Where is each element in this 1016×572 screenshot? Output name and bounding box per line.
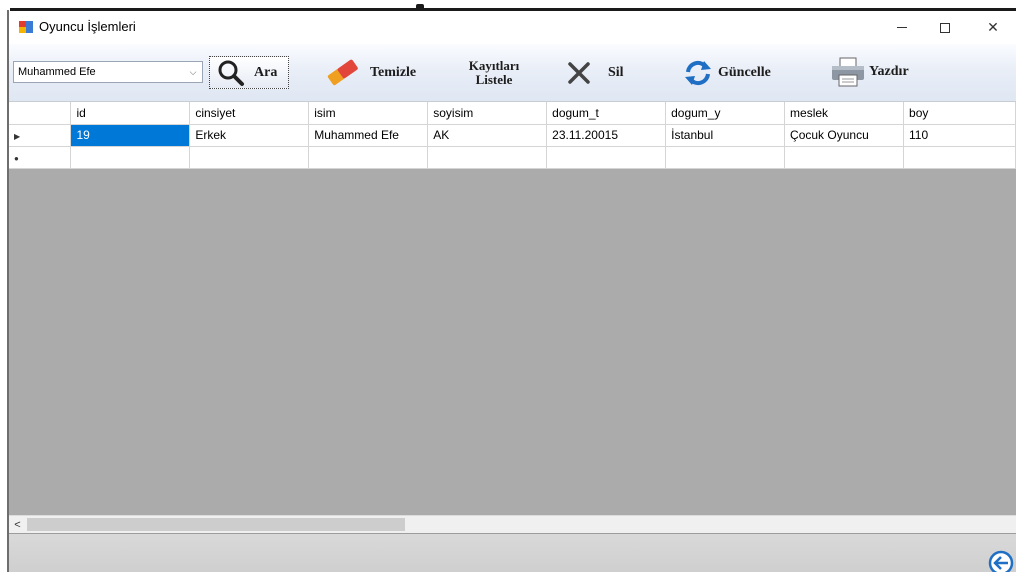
print-button-label: Yazdır: [869, 64, 909, 79]
new-row-dot-icon: ●: [14, 154, 19, 163]
table-cell-meslek[interactable]: [784, 146, 905, 169]
toolbar: Muhammed Efe ⌵ Ara Temizle Kayıtları Lis…: [9, 44, 1016, 102]
column-header-dogum-t[interactable]: dogum_t: [546, 102, 667, 125]
update-button[interactable]: Güncelle: [682, 56, 802, 89]
table-cell-cinsiyet[interactable]: [189, 146, 310, 169]
row-header[interactable]: ▶: [9, 124, 72, 147]
clear-button[interactable]: Temizle: [324, 56, 434, 89]
table-cell-id[interactable]: [70, 146, 191, 169]
update-button-label: Güncelle: [718, 64, 771, 80]
maximize-icon: [940, 22, 950, 33]
data-grid[interactable]: id cinsiyet isim soyisim dogum_t dogum_y…: [9, 102, 1016, 522]
table-cell-id[interactable]: 19: [70, 124, 191, 147]
new-row[interactable]: ●: [9, 146, 1016, 169]
list-records-label-line2: Listele: [475, 72, 513, 87]
chevron-down-icon[interactable]: ⌵: [186, 64, 200, 80]
left-edge: [0, 10, 9, 572]
row-header-corner[interactable]: [9, 102, 72, 125]
table-header-row: id cinsiyet isim soyisim dogum_t dogum_y…: [9, 102, 1016, 125]
delete-button-label: Sil: [608, 64, 624, 80]
print-button[interactable]: Yazdır: [829, 54, 929, 90]
minimize-button[interactable]: [879, 11, 925, 44]
search-icon: [218, 60, 244, 86]
column-header-dogum-y[interactable]: dogum_y: [665, 102, 786, 125]
column-header-boy[interactable]: boy: [903, 102, 1016, 125]
current-row-arrow-icon: ▶: [14, 132, 21, 141]
table-cell-dogum-t[interactable]: [546, 146, 667, 169]
table-row[interactable]: ▶ 19 Erkek Muhammed Efe AK 23.11.20015 İ…: [9, 124, 1016, 147]
close-button[interactable]: ✕: [970, 11, 1016, 44]
close-icon: ✕: [987, 19, 999, 35]
table-cell-soyisim[interactable]: [427, 146, 548, 169]
x-delete-icon: [568, 61, 590, 84]
list-records-button[interactable]: Kayıtları Listele: [454, 55, 534, 91]
table-cell-cinsiyet[interactable]: Erkek: [189, 124, 310, 147]
column-header-cinsiyet[interactable]: cinsiyet: [189, 102, 310, 125]
top-edge-notch: [416, 4, 424, 10]
title-bar[interactable]: Oyuncu İşlemleri ✕: [9, 11, 1016, 44]
eraser-icon: [327, 59, 358, 85]
table-cell-meslek[interactable]: Çocuk Oyuncu: [784, 124, 905, 147]
top-edge: [0, 0, 1016, 11]
scroll-left-arrow[interactable]: <: [9, 516, 26, 533]
table-cell-soyisim[interactable]: AK: [427, 124, 548, 147]
column-header-id[interactable]: id: [70, 102, 191, 125]
column-header-meslek[interactable]: meslek: [784, 102, 905, 125]
column-header-soyisim[interactable]: soyisim: [427, 102, 548, 125]
horizontal-scrollbar[interactable]: <: [9, 515, 1016, 533]
back-arrow-icon[interactable]: [988, 550, 1014, 572]
search-button-label: Ara: [254, 64, 278, 80]
table-cell-boy[interactable]: [903, 146, 1016, 169]
row-header[interactable]: ●: [9, 146, 72, 169]
app-window: Oyuncu İşlemleri ✕ Muhammed Efe ⌵ Ara Te…: [9, 11, 1016, 572]
minimize-icon: [897, 27, 907, 28]
table-cell-dogum-y[interactable]: [665, 146, 786, 169]
app-form-icon: [19, 21, 33, 33]
bottom-panel: [9, 533, 1016, 572]
table-cell-boy[interactable]: 110: [903, 124, 1016, 147]
player-combobox[interactable]: Muhammed Efe ⌵: [13, 61, 203, 83]
table-cell-isim[interactable]: [308, 146, 429, 169]
maximize-button[interactable]: [922, 11, 968, 44]
search-button[interactable]: Ara: [209, 56, 289, 89]
scrollbar-thumb[interactable]: [27, 518, 405, 531]
clear-button-label: Temizle: [370, 64, 417, 80]
table-cell-dogum-t[interactable]: 23.11.20015: [546, 124, 667, 147]
delete-button[interactable]: Sil: [564, 56, 644, 89]
table-cell-isim[interactable]: Muhammed Efe: [308, 124, 429, 147]
window-title: Oyuncu İşlemleri: [39, 19, 136, 34]
player-table: id cinsiyet isim soyisim dogum_t dogum_y…: [9, 102, 1016, 169]
table-cell-dogum-y[interactable]: İstanbul: [665, 124, 786, 147]
column-header-isim[interactable]: isim: [308, 102, 429, 125]
list-records-label-line1: Kayıtları: [468, 58, 520, 73]
combobox-value: Muhammed Efe: [18, 66, 96, 78]
refresh-icon: [685, 60, 711, 85]
printer-icon: [832, 57, 864, 87]
